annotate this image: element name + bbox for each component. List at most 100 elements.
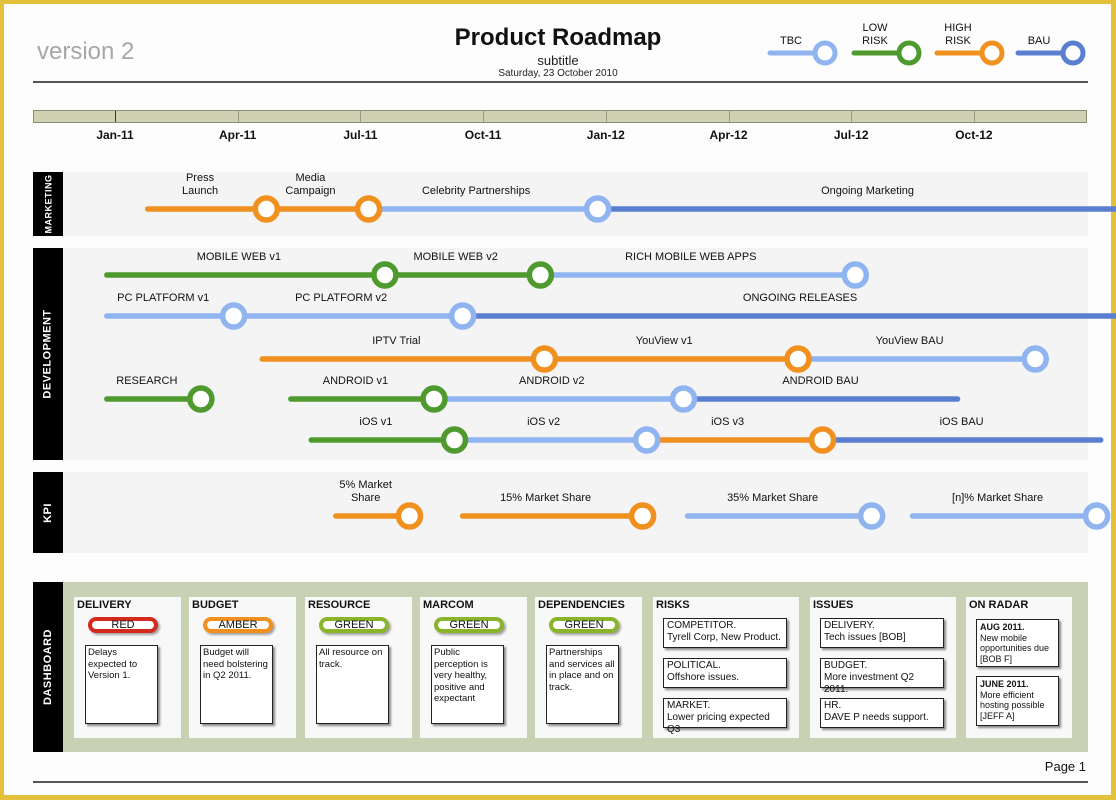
risk-item: POLITICAL. Offshore issues.: [663, 658, 787, 688]
track-segment-label: [n]% Market Share: [952, 492, 1044, 504]
issue-item-text: More investment Q2 2011.: [824, 672, 915, 695]
track-development-1: [104, 261, 870, 289]
issue-item-text: DAVE P needs support.: [824, 712, 929, 723]
track-development-2: [104, 302, 1116, 330]
milestone-icon[interactable]: [420, 385, 448, 413]
milestone-icon[interactable]: [530, 345, 559, 373]
dashboard-band-label: DASHBOARD: [33, 582, 63, 752]
issue-item-heading: HR.: [824, 700, 842, 711]
milestone-icon[interactable]: [395, 502, 424, 530]
status-badge: GREEN: [434, 617, 504, 633]
risk-item-heading: POLITICAL.: [667, 660, 721, 671]
status-note: Public perception is very healthy, posit…: [431, 645, 504, 724]
status-note: Delays expected to Version 1.: [85, 645, 158, 724]
status-card-budget: BUDGET AMBER Budget will need bolstering i…: [189, 597, 296, 738]
radar-item-heading: JUNE 2011.: [980, 679, 1029, 689]
risk-item-text: Offshore issues.: [667, 672, 740, 683]
track-segment-label: IPTV Trial: [372, 335, 421, 347]
risk-item-heading: COMPETITOR.: [667, 620, 737, 631]
milestone-icon[interactable]: [187, 385, 215, 413]
risk-item-text: Lower pricing expected Q3: [667, 712, 770, 735]
track-marketing-0: [144, 195, 1116, 223]
milestone-icon[interactable]: [784, 345, 812, 373]
issue-item: BUDGET. More investment Q2 2011.: [820, 658, 944, 695]
issue-item-heading: DELIVERY.: [824, 620, 875, 631]
dashboard-band-label-text: DASHBOARD: [42, 629, 54, 705]
on-radar-title: ON RADAR: [969, 599, 1029, 611]
track-segment-label: ANDROID BAU: [782, 375, 859, 387]
track-segment-label: RICH MOBILE WEB APPS: [625, 251, 757, 263]
radar-item-text: More efficient hosting possible [JEFF A]: [980, 689, 1045, 721]
status-card-title: DEPENDENCIES: [538, 599, 625, 611]
track-segment-label: 5% Market Share: [339, 479, 392, 504]
status-badge: GREEN: [319, 617, 389, 633]
issue-item: HR. DAVE P needs support.: [820, 698, 944, 728]
status-card-dependencies: DEPENDENCIES GREEN Partnerships and servic…: [535, 597, 642, 738]
footer-divider: [33, 781, 1088, 783]
milestone-icon[interactable]: [440, 426, 469, 454]
page-number: Page 1: [1044, 759, 1086, 774]
milestone-icon[interactable]: [448, 302, 477, 330]
milestone-icon[interactable]: [354, 195, 383, 223]
issues-card: ISSUES DELIVERY. Tech issues [BOB] BUDGET.…: [810, 597, 956, 738]
risk-item-heading: MARKET.: [667, 700, 711, 711]
status-card-resource: RESOURCE GREEN All resource on track.: [305, 597, 412, 738]
status-card-title: MARCOM: [423, 599, 474, 611]
track-segment-label: 35% Market Share: [727, 492, 819, 504]
risks-title: RISKS: [656, 599, 690, 611]
track-development-3: [259, 345, 1049, 373]
track-segment-label: MOBILE WEB v1: [196, 251, 282, 263]
risk-item-text: Tyrell Corp, New Product.: [667, 632, 781, 643]
radar-item: JUNE 2011. More efficient hosting possibl…: [976, 676, 1059, 726]
track-segment-label: ONGOING RELEASES: [742, 292, 858, 304]
track-segment-label: iOS v2: [527, 416, 561, 428]
status-note: Budget will need bolstering in Q2 2011.: [200, 645, 273, 724]
track-segment-label: YouView v1: [635, 335, 693, 347]
milestone-icon[interactable]: [1082, 502, 1111, 530]
milestone-icon[interactable]: [669, 385, 698, 413]
risk-item: COMPETITOR. Tyrell Corp, New Product.: [663, 618, 787, 648]
issue-item: DELIVERY. Tech issues [BOB]: [820, 618, 944, 648]
track-segment-label: iOS v1: [359, 416, 393, 428]
milestone-icon[interactable]: [219, 302, 248, 330]
radar-item: AUG 2011. New mobile opportunities due [B…: [976, 619, 1059, 667]
track-segment-label: RESEARCH: [116, 375, 178, 387]
status-note: All resource on track.: [316, 645, 389, 724]
milestone-icon[interactable]: [841, 261, 870, 289]
track-segment-label: MOBILE WEB v2: [413, 251, 498, 263]
milestone-icon[interactable]: [632, 426, 661, 454]
track-segment-label: 15% Market Share: [500, 492, 592, 504]
on-radar-card: ON RADAR AUG 2011. New mobile opportuniti…: [966, 597, 1072, 738]
track-segment-label: PC PLATFORM v1: [117, 292, 210, 304]
track-segment-label: Celebrity Partnerships: [421, 185, 531, 197]
track-development-5: [308, 426, 1104, 454]
status-card-title: BUDGET: [192, 599, 239, 611]
track-segment-label: YouView BAU: [875, 335, 944, 347]
milestone-icon[interactable]: [628, 502, 657, 530]
status-badge: GREEN: [549, 617, 619, 633]
milestone-icon[interactable]: [526, 261, 555, 289]
milestone-icon[interactable]: [252, 195, 281, 223]
issue-item-heading: BUDGET.: [824, 660, 868, 671]
track-segment-label: PC PLATFORM v2: [295, 292, 388, 304]
track-kpi-6: [333, 502, 1111, 530]
radar-item-text: New mobile opportunities due [BOB F]: [980, 632, 1050, 664]
milestone-icon[interactable]: [1021, 345, 1049, 373]
status-card-delivery: DELIVERY RED Delays expected to Version 1.: [74, 597, 181, 738]
status-card-title: RESOURCE: [308, 599, 371, 611]
milestone-icon[interactable]: [583, 195, 612, 223]
milestone-icon[interactable]: [857, 502, 886, 530]
status-badge: AMBER: [203, 617, 273, 633]
status-badge: RED: [88, 617, 158, 633]
track-segment-label: ANDROID v2: [519, 375, 585, 387]
milestone-icon[interactable]: [371, 261, 399, 289]
milestone-icon[interactable]: [808, 426, 837, 454]
issue-item-text: Tech issues [BOB]: [824, 632, 906, 643]
track-segment-label: iOS v3: [711, 416, 745, 428]
status-card-marcom: MARCOM GREEN Public perception is very hea…: [420, 597, 527, 738]
status-note: Partnerships and services all in place a…: [546, 645, 619, 724]
risks-card: RISKS COMPETITOR. Tyrell Corp, New Produc…: [653, 597, 799, 738]
status-card-title: DELIVERY: [77, 599, 132, 611]
track-segment-label: Media Campaign: [285, 172, 336, 197]
track-segment-label: iOS BAU: [939, 416, 984, 428]
